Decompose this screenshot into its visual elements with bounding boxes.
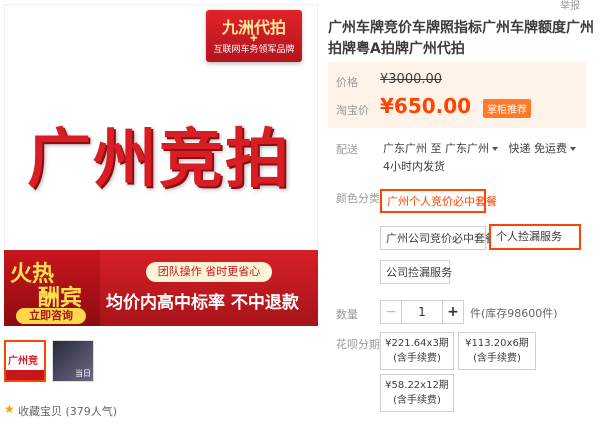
recommend-badge: 掌柜推荐 (483, 99, 531, 118)
quantity-minus-button[interactable]: − (380, 300, 402, 324)
ship-method-dropdown[interactable]: 快递 免运费 (508, 142, 576, 155)
installment-amount: ¥58.22x12期 (385, 380, 449, 391)
favorite-link[interactable]: 收藏宝贝 (379人气) (18, 403, 117, 419)
ship-to-dropdown[interactable]: 广东广州 (445, 142, 498, 155)
thumbnail-2-text: 当日 (75, 369, 91, 378)
original-price: ¥3000.00 (380, 72, 443, 87)
ship-to-word: 至 (430, 142, 442, 155)
installment-fee-note: (含手续费) (473, 353, 521, 364)
star-icon[interactable]: ★ (4, 402, 15, 416)
option-company-pickup[interactable]: 公司捡漏服务 (380, 260, 452, 284)
image-slogan: 均价内高中标率 不中退款 (106, 293, 299, 313)
shipping-info: 广东广州 至 广东广州 快递 免运费 (383, 140, 576, 156)
report-link[interactable]: 举报 (560, 0, 580, 12)
price-label: 价格 (336, 76, 358, 89)
quantity-label: 数量 (336, 308, 358, 321)
ship-from: 广东广州 (383, 142, 427, 155)
chevron-down-icon (492, 147, 498, 151)
brand-badge: 九洲代拍 ✚ 互联网车务领军品牌 (206, 10, 302, 62)
color-category-label: 颜色分类 (336, 192, 380, 205)
consult-now-label: 立即咨询 (16, 308, 86, 324)
taobao-price-label: 淘宝价 (336, 104, 369, 117)
thumbnail-1-banner (6, 370, 44, 380)
product-title: 广州车牌竞价车牌照指标广州车牌额度广州拍牌粤A拍牌广州代拍 (328, 20, 594, 57)
installment-fee-note: (含手续费) (393, 395, 441, 406)
thumbnail-1[interactable]: 广州竞拍 (4, 340, 46, 382)
brand-badge-subtitle: 互联网车务领军品牌 (213, 45, 295, 55)
installment-label: 花呗分期 (336, 338, 380, 351)
quantity-input[interactable]: 1 (401, 300, 443, 324)
ship-time: 4小时内发货 (383, 160, 445, 173)
option-personal-pickup[interactable]: 个人捡漏服务 (489, 224, 581, 250)
installment-fee-note: (含手续费) (393, 353, 441, 364)
thumbnail-2[interactable]: 当日 (52, 340, 94, 382)
installment-option-6[interactable]: ¥113.20x6期 (含手续费) (458, 332, 536, 370)
stock-info: 件(库存98600件) (470, 307, 558, 320)
installment-option-3[interactable]: ¥221.64x3期 (含手续费) (380, 332, 454, 370)
chevron-down-icon (570, 147, 576, 151)
option-company-bid[interactable]: 广州公司竞价必中套餐 (380, 226, 496, 250)
option-personal-bid[interactable]: 广州个人竞价必中套餐 (380, 189, 497, 213)
team-operation-pill: 团队操作 省时更省心 (146, 262, 272, 282)
shipping-label: 配送 (336, 143, 358, 156)
favorite-popularity: (379人气) (65, 405, 118, 418)
quantity-plus-button[interactable]: + (442, 300, 464, 324)
installment-amount: ¥221.64x3期 (385, 338, 449, 349)
favorite-label: 收藏宝贝 (18, 405, 62, 418)
installment-amount: ¥113.20x6期 (465, 338, 529, 349)
ship-method-value: 快递 免运费 (508, 142, 568, 155)
ship-to-value: 广东广州 (445, 142, 489, 155)
image-headline: 广州竞拍 (27, 123, 291, 197)
current-price: ¥650.00 (380, 94, 472, 118)
installment-option-12[interactable]: ¥58.22x12期 (含手续费) (380, 374, 454, 412)
